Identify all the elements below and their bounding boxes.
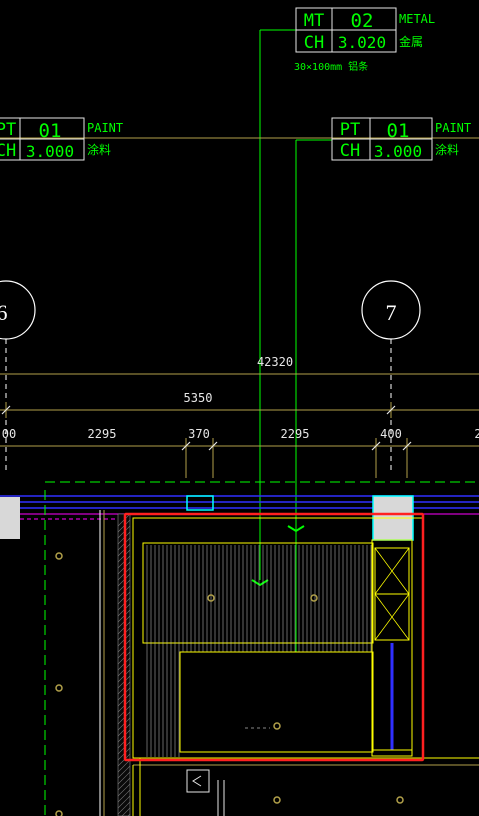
tag-material-en: PAINT xyxy=(87,121,123,135)
dimension-segment: 2295 xyxy=(88,427,117,441)
material-tag-paint-left[interactable]: PT 01 CH 3.000 PAINT 涂料 xyxy=(0,117,123,161)
tag-ch-value: 3.000 xyxy=(374,142,422,161)
dimension-overall: 42320 xyxy=(0,355,479,375)
tag-code: PT xyxy=(340,120,360,140)
dimension-segments: 00 2295 370 2295 400 2 xyxy=(0,427,479,478)
tag-number: 01 xyxy=(39,120,62,142)
dimension-overall-value: 42320 xyxy=(257,355,293,369)
dimension-segment: 00 xyxy=(2,427,16,441)
grid-marker-7[interactable]: 7 xyxy=(361,280,421,470)
tag-number: 01 xyxy=(387,120,410,142)
tag-material-cn: 涂料 xyxy=(435,142,459,157)
material-tag-paint-right[interactable]: PT 01 CH 3.000 PAINT 涂料 xyxy=(331,117,471,161)
tag-ch-label: CH xyxy=(304,33,324,53)
tag-code: MT xyxy=(304,11,324,31)
dimension-span-value: 5350 xyxy=(184,391,213,405)
dimension-segment: 2295 xyxy=(281,427,310,441)
material-tag-metal[interactable]: MT 02 CH 3.020 METAL 金属 30×100mm 铝条 xyxy=(294,7,435,73)
dimension-span: 5350 xyxy=(0,391,479,418)
tag-ch-label: CH xyxy=(340,141,360,161)
tag-material-en: METAL xyxy=(399,12,435,26)
dimension-segment: 370 xyxy=(188,427,210,441)
tag-ch-label: CH xyxy=(0,141,16,161)
dimension-segment: 400 xyxy=(380,427,402,441)
cad-drawing-canvas[interactable]: MT 02 CH 3.020 METAL 金属 30×100mm 铝条 PT 0… xyxy=(0,0,479,816)
tag-ch-value: 3.000 xyxy=(26,142,74,161)
grid-marker-label: 6 xyxy=(0,300,8,325)
floor-plan xyxy=(0,481,479,816)
tag-number: 02 xyxy=(351,10,374,32)
leader-arrow-1 xyxy=(251,579,269,587)
grid-marker-label: 7 xyxy=(386,300,397,325)
dimension-segment: 2 xyxy=(474,427,479,441)
tag-note: 30×100mm 铝条 xyxy=(294,60,368,73)
tag-code: PT xyxy=(0,120,16,140)
tag-material-en: PAINT xyxy=(435,121,471,135)
column-left xyxy=(0,497,20,539)
grid-marker-6[interactable]: 6 xyxy=(0,280,36,470)
tag-material-cn: 金属 xyxy=(399,34,423,49)
tag-material-cn: 涂料 xyxy=(87,142,111,157)
tag-ch-value: 3.020 xyxy=(338,33,386,52)
